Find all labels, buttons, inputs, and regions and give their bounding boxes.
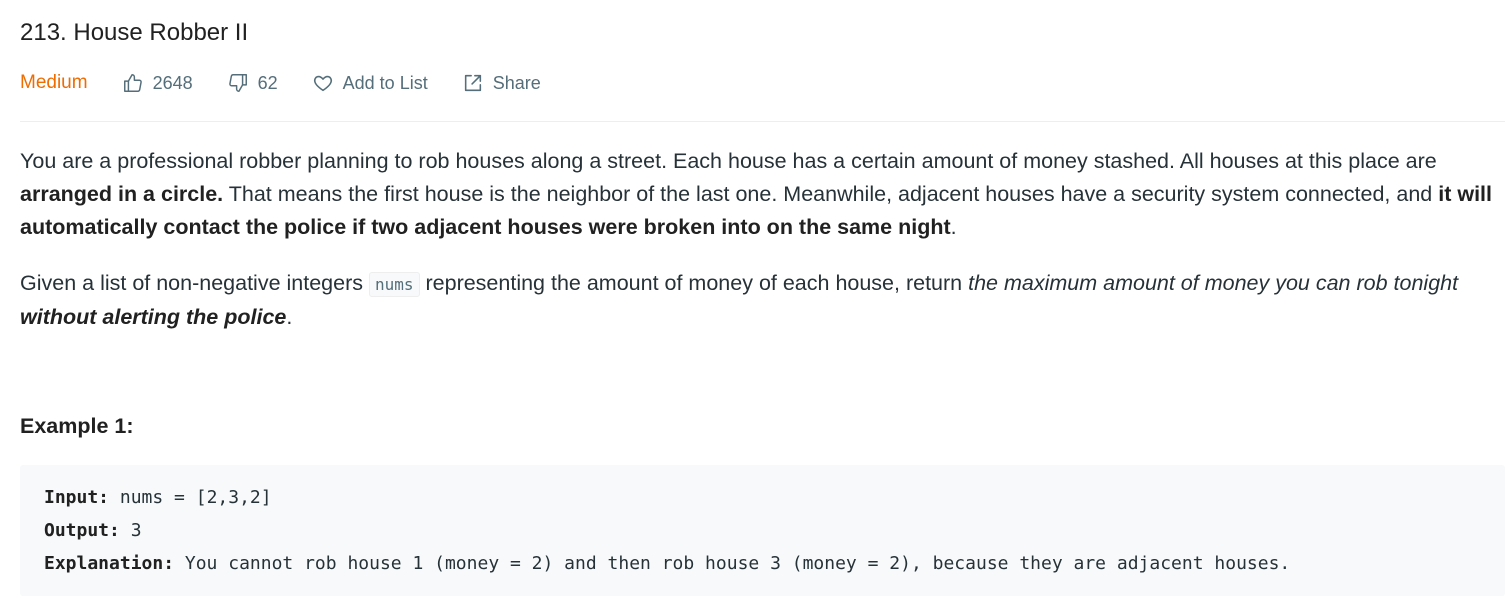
header-divider	[20, 121, 1505, 122]
share-label: Share	[492, 72, 541, 93]
problem-meta-bar: Medium 2648 62 Add to List Share	[20, 66, 575, 100]
dislike-count: 62	[257, 72, 278, 93]
add-to-list-label: Add to List	[342, 72, 428, 93]
share-icon	[462, 72, 484, 94]
example-output-line: Output: 3	[44, 520, 142, 541]
like-button[interactable]: 2648	[122, 72, 193, 94]
thumbs-up-icon	[122, 72, 144, 94]
inline-code-nums: nums	[368, 272, 420, 297]
thumbs-down-icon	[227, 72, 249, 94]
emphasis-without-alerting: without alerting the police	[20, 305, 287, 329]
dislike-button[interactable]: 62	[227, 72, 278, 94]
difficulty-badge: Medium	[20, 72, 88, 93]
heart-icon	[312, 72, 334, 94]
emphasis-circle: arranged in a circle.	[20, 182, 224, 206]
add-to-list-button[interactable]: Add to List	[312, 72, 428, 94]
example-heading: Example 1:	[20, 414, 134, 438]
description-paragraph-1: You are a professional robber planning t…	[20, 149, 1492, 239]
example-explanation-line: Explanation: You cannot rob house 1 (mon…	[44, 553, 1291, 574]
emphasis-max-amount: the maximum amount of money you can rob …	[968, 271, 1459, 295]
example-input-line: Input: nums = [2,3,2]	[44, 487, 272, 508]
share-button[interactable]: Share	[462, 72, 541, 94]
description-paragraph-2: Given a list of non-negative integers nu…	[20, 271, 1459, 329]
like-count: 2648	[152, 72, 193, 93]
example-code-block: Input: nums = [2,3,2] Output: 3 Explanat…	[20, 465, 1505, 596]
problem-title: 213. House Robber II	[20, 19, 249, 46]
